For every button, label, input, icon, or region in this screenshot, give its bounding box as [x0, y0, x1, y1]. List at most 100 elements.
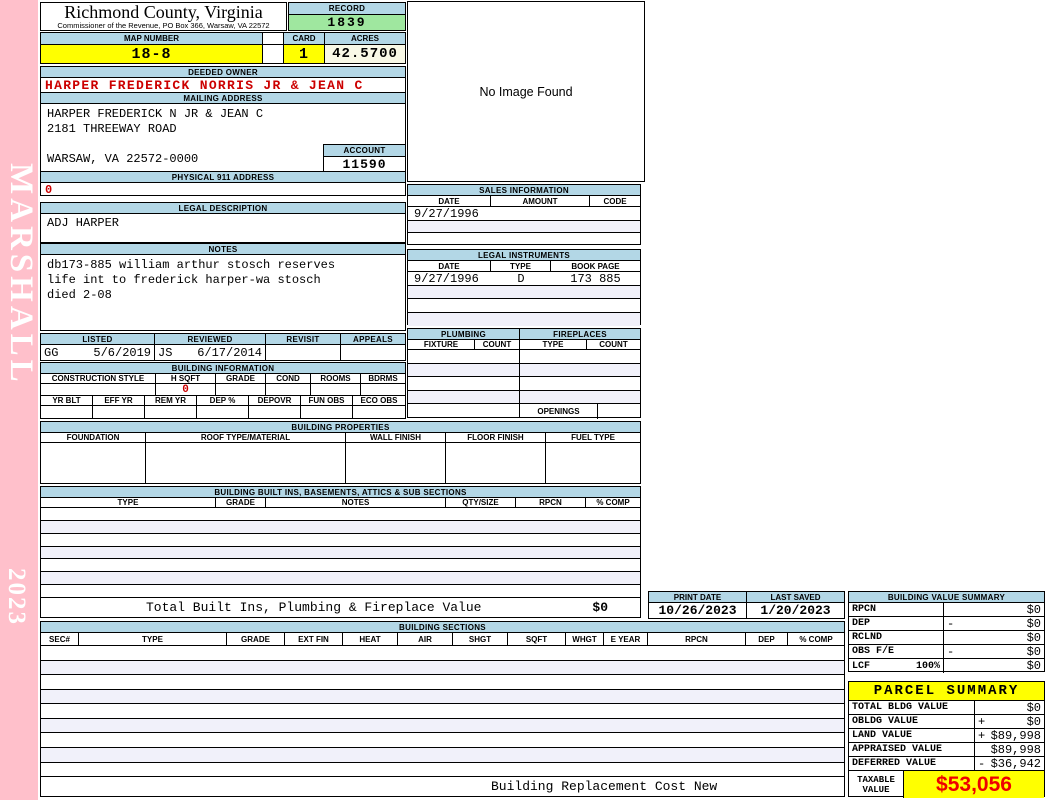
print-info-table: PRINT DATE LAST SAVED 10/26/2023 1/20/20…	[648, 591, 845, 619]
bvs-row-dep: DEP - $0	[849, 617, 1044, 631]
blank-row	[41, 675, 844, 690]
blank-row	[408, 364, 519, 377]
building-properties-label: BUILDING PROPERTIES	[41, 422, 640, 433]
record-value: 1839	[289, 15, 405, 30]
plumbing-label: PLUMBING	[408, 329, 519, 340]
cond-value	[266, 384, 311, 395]
blank-row	[408, 377, 519, 391]
built-ins-total-value: $0	[592, 600, 608, 615]
map-number-label: MAP NUMBER	[41, 33, 263, 44]
row-value: $89,998	[990, 728, 1041, 743]
building-sections-rows	[41, 646, 844, 778]
col-sqft: SQFT	[508, 633, 566, 645]
last-saved-label: LAST SAVED	[747, 592, 844, 602]
blank-row	[41, 763, 844, 778]
col-eff-yr: EFF YR	[93, 396, 145, 405]
taxable-label: TAXABLE VALUE	[849, 771, 904, 798]
row-label: LAND VALUE	[849, 729, 975, 742]
sidebar-band: MARSHALL 2023	[0, 0, 39, 800]
col-ext-fin: EXT FIN	[285, 633, 343, 645]
col-yr-blt: YR BLT	[41, 396, 93, 405]
row-op: -	[978, 756, 986, 771]
sale-date: 9/27/1996	[414, 206, 479, 221]
col-fuel-type: FUEL TYPE	[571, 433, 615, 442]
parcel-summary-table: PARCEL SUMMARY TOTAL BLDG VALUE $0 OBLDG…	[848, 681, 1045, 798]
review-table: LISTED REVIEWED REVISIT APPEALS GG 5/6/2…	[40, 333, 406, 361]
acres-value: 42.5700	[325, 45, 405, 63]
col-pct-comp: % COMP	[596, 498, 630, 507]
grade-value	[216, 384, 266, 395]
col-cond: COND	[266, 374, 311, 383]
row-value: $0	[1026, 616, 1041, 631]
eff-yr-value	[93, 406, 145, 419]
notes-line: died 2-08	[47, 288, 112, 302]
col-type: TYPE	[79, 633, 227, 645]
blank-row	[41, 534, 640, 547]
blank-row	[41, 646, 844, 661]
row-label: DEFERRED VALUE	[849, 757, 975, 770]
record-table: RECORD 1839	[288, 2, 406, 31]
listed-label: LISTED	[41, 334, 155, 344]
row-label: LCF	[852, 660, 871, 672]
col-notes: NOTES	[266, 498, 446, 507]
mailing-line: 2181 THREEWAY ROAD	[47, 122, 177, 136]
row-op: +	[978, 714, 986, 729]
col-fixture: FIXTURE	[408, 340, 475, 349]
row-value: $0	[1026, 630, 1041, 645]
parcel-row-appraised: APPRAISED VALUE $89,998	[849, 743, 1044, 757]
openings-row: OPENINGS	[520, 404, 640, 419]
vendor-watermark: MARSHALL	[3, 163, 39, 386]
rooms-value	[311, 384, 361, 395]
col-amount: AMOUNT	[491, 196, 590, 206]
fireplaces-table: FIREPLACES TYPE COUNT OPENINGS	[519, 328, 641, 419]
building-properties-values	[41, 443, 640, 483]
account-table: ACCOUNT 11590	[323, 144, 405, 172]
blank-row	[41, 704, 844, 719]
row-label: RCLND	[852, 632, 883, 643]
fun-obs-value	[301, 406, 353, 419]
blank-row	[41, 747, 844, 763]
notes-line: db173-885 william arthur stosch reserves	[47, 258, 336, 272]
yr-blt-value	[41, 406, 93, 419]
blank-row	[408, 391, 519, 404]
rem-yr-value	[145, 406, 197, 419]
row-label: DEP	[852, 618, 871, 629]
row-value: $0	[1026, 644, 1041, 659]
plumbing-table: PLUMBING FIXTURE COUNT	[407, 328, 520, 418]
notes-body: db173-885 william arthur stosch reserves…	[41, 255, 405, 303]
blank-row	[520, 350, 640, 364]
mailing-address-box: HARPER FREDERICK N JR & JEAN C 2181 THRE…	[41, 104, 405, 172]
col-wall-finish: WALL FINISH	[346, 433, 446, 442]
dep-pct-value	[197, 406, 249, 419]
instrument-date: 9/27/1996	[414, 271, 479, 286]
account-label: ACCOUNT	[324, 145, 405, 157]
foundation-value	[41, 443, 146, 483]
blank-row	[408, 313, 640, 326]
building-properties-table: BUILDING PROPERTIES FOUNDATION ROOF TYPE…	[40, 421, 641, 484]
blank-row	[41, 660, 844, 676]
instrument-book-page: 173 885	[570, 271, 621, 286]
col-h-sqft: H SQFT	[156, 374, 216, 383]
building-value-summary-label: BUILDING VALUE SUMMARY	[849, 592, 1044, 603]
row-op: -	[947, 616, 955, 631]
row-label: TOTAL BLDG VALUE	[849, 701, 975, 714]
depovr-value	[249, 406, 301, 419]
roof-type-value	[146, 443, 346, 483]
building-sections-table: BUILDING SECTIONS SEC# TYPE GRADE EXT FI…	[40, 621, 845, 797]
col-roof-type: ROOF TYPE/MATERIAL	[146, 433, 346, 442]
parcel-row-deferred: DEFERRED VALUE - $36,942	[849, 757, 1044, 771]
col-date: DATE	[408, 196, 491, 206]
built-ins-label: BUILDING BUILT INS, BASEMENTS, ATTICS & …	[41, 487, 640, 498]
reviewed-cell: JS 6/17/2014	[155, 345, 266, 360]
row-label: APPRAISED VALUE	[849, 743, 975, 756]
built-ins-table: BUILDING BUILT INS, BASEMENTS, ATTICS & …	[40, 486, 641, 618]
col-grade: GRADE	[227, 633, 285, 645]
deeded-owner-label: DEEDED OWNER	[41, 67, 405, 78]
sales-information-table: SALES INFORMATION DATE AMOUNT CODE 9/27/…	[407, 184, 641, 245]
parcel-row-total-bldg: TOTAL BLDG VALUE $0	[849, 701, 1044, 715]
blank-row	[520, 391, 640, 404]
year-watermark: 2023	[3, 568, 30, 626]
reviewed-label: REVIEWED	[155, 334, 266, 344]
blank-row	[520, 364, 640, 377]
col-e-year: E YEAR	[604, 633, 648, 645]
